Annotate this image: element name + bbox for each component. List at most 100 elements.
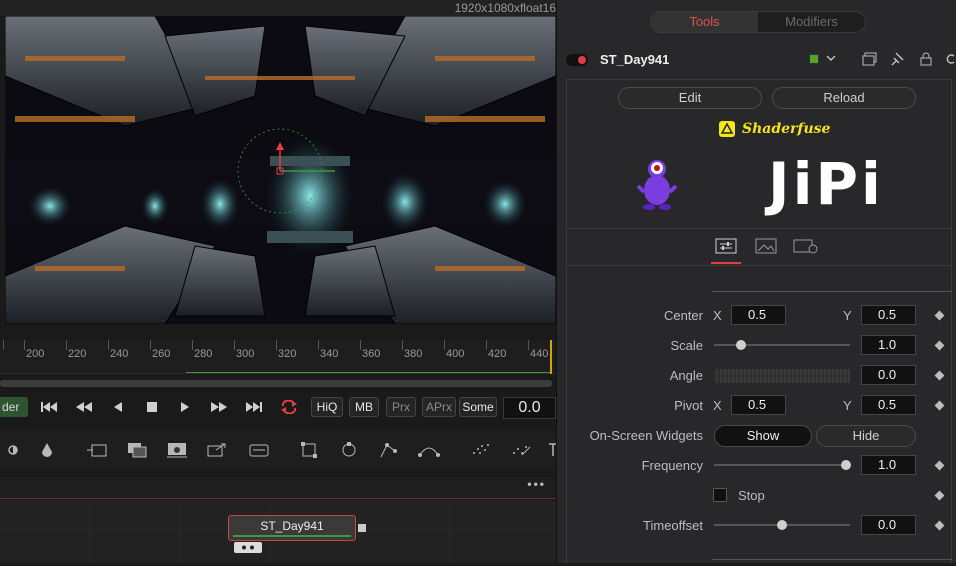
ruler-tick [150, 340, 151, 350]
viewer-canvas[interactable] [5, 16, 556, 324]
playhead[interactable] [550, 340, 552, 374]
more-options-icon[interactable]: ••• [527, 477, 546, 491]
bspline-mask-icon[interactable] [416, 438, 442, 462]
go-to-start-icon[interactable] [37, 394, 61, 420]
controls-tab-icon[interactable] [713, 236, 739, 256]
frequency-field[interactable]: 1.0 [861, 455, 916, 475]
node-st-day941[interactable]: ST_Day941 [228, 515, 356, 541]
step-forward-icon[interactable] [207, 394, 231, 420]
ellipse-mask-icon[interactable] [336, 438, 362, 462]
ruler-tick [444, 340, 445, 350]
node-input-ports[interactable] [234, 542, 262, 553]
frequency-label: Frequency [641, 458, 703, 473]
frequency-slider[interactable] [714, 460, 851, 470]
motion-blur-button[interactable]: MB [349, 397, 379, 417]
ruler-tick [276, 340, 277, 350]
center-x-field[interactable]: 0.5 [731, 305, 786, 325]
enable-dot-icon [578, 56, 586, 64]
polygon-mask-icon[interactable] [376, 438, 402, 462]
ruler-label: 200 [26, 348, 45, 360]
auto-proxy-button[interactable]: APrx [422, 397, 456, 417]
color-drop-icon[interactable] [34, 438, 60, 462]
play-icon[interactable] [173, 394, 197, 420]
stop-icon[interactable] [140, 394, 164, 420]
text-icon[interactable] [164, 438, 190, 462]
brightness-icon[interactable] [0, 438, 26, 462]
timeoffset-field[interactable]: 0.0 [861, 515, 916, 535]
angle-field[interactable]: 0.0 [861, 365, 916, 385]
particle-emitter-icon[interactable] [468, 438, 494, 462]
ruler-tick [192, 340, 193, 350]
tab-modifiers[interactable]: Modifiers [758, 12, 865, 32]
tab-tools[interactable]: Tools [651, 12, 758, 32]
scale-slider[interactable] [714, 340, 850, 350]
center-label: Center [663, 308, 703, 323]
reload-button[interactable]: Reload [772, 87, 916, 109]
slider-knob[interactable] [777, 520, 787, 530]
widgets-label: On-Screen Widgets [589, 428, 703, 443]
pin-icon[interactable] [891, 52, 905, 69]
ruler-tick [66, 340, 67, 350]
viewer-panel: 1920x1080xfloat16 200 220 240 260 280 30… [0, 0, 557, 563]
transport-bar: HiQ MB Prx APrx Some [0, 394, 556, 422]
tool-name: ST_Day941 [600, 52, 670, 67]
hiq-button[interactable]: HiQ [311, 397, 343, 417]
merge-icon[interactable] [124, 438, 150, 462]
ruler-tick [24, 340, 25, 350]
resize-icon[interactable] [246, 438, 272, 462]
stop-checkbox[interactable] [713, 488, 727, 502]
render-range [186, 372, 552, 373]
current-frame-field[interactable]: 0.0 [503, 397, 556, 419]
tool-color-swatch[interactable] [809, 54, 819, 64]
ruler-label: 380 [404, 348, 423, 360]
loop-icon[interactable] [277, 394, 301, 420]
ruler-label: 440 [530, 348, 549, 360]
shaderfuse-icon [719, 121, 735, 137]
transform-icon[interactable] [204, 438, 230, 462]
center-x-label: X [713, 308, 722, 323]
play-reverse-icon[interactable] [106, 394, 130, 420]
ruler-tick [360, 340, 361, 350]
ruler-tick [3, 340, 4, 350]
pivot-y-label: Y [843, 398, 852, 413]
resolution-label: 1920x1080xfloat16 [454, 1, 556, 15]
center-y-label: Y [843, 308, 852, 323]
timeoffset-slider[interactable] [714, 520, 850, 530]
ruler-tick [318, 340, 319, 350]
scale-field[interactable]: 1.0 [861, 335, 916, 355]
time-scrollbar[interactable] [0, 380, 552, 387]
chevron-down-icon[interactable] [825, 52, 837, 67]
divider [712, 559, 952, 560]
node-output-port[interactable] [358, 524, 366, 532]
ruler-label: 220 [68, 348, 87, 360]
node-status-bar [233, 535, 351, 537]
image-tab-icon[interactable] [753, 236, 779, 256]
selective-update-button[interactable]: Some [459, 397, 497, 417]
angle-thumbwheel[interactable] [714, 369, 850, 383]
slider-knob[interactable] [840, 460, 851, 470]
pivot-x-field[interactable]: 0.5 [731, 395, 786, 415]
edit-button[interactable]: Edit [618, 87, 762, 109]
show-widgets-button[interactable]: Show [714, 425, 812, 447]
background-icon[interactable] [84, 438, 110, 462]
lock-icon[interactable] [920, 52, 932, 69]
hide-widgets-button[interactable]: Hide [816, 425, 916, 447]
step-back-icon[interactable] [72, 394, 96, 420]
proxy-button[interactable]: Prx [386, 397, 416, 417]
go-to-end-icon[interactable] [242, 394, 266, 420]
pivot-x-label: X [713, 398, 722, 413]
scale-label: Scale [670, 338, 703, 353]
time-ruler[interactable]: 200 220 240 260 280 300 320 340 360 380 … [0, 340, 556, 374]
ruler-label: 260 [152, 348, 171, 360]
ruler-label: 320 [278, 348, 297, 360]
active-tab-indicator [711, 262, 741, 264]
reset-icon[interactable] [945, 52, 956, 69]
pivot-y-field[interactable]: 0.5 [861, 395, 916, 415]
rectangle-mask-icon[interactable] [296, 438, 322, 462]
settings-tab-icon[interactable] [793, 236, 819, 256]
particle-render-icon[interactable] [508, 438, 534, 462]
viewer-header: 1920x1080xfloat16 [0, 0, 556, 16]
center-y-field[interactable]: 0.5 [861, 305, 916, 325]
versions-icon[interactable] [862, 52, 878, 69]
ruler-tick [234, 340, 235, 350]
